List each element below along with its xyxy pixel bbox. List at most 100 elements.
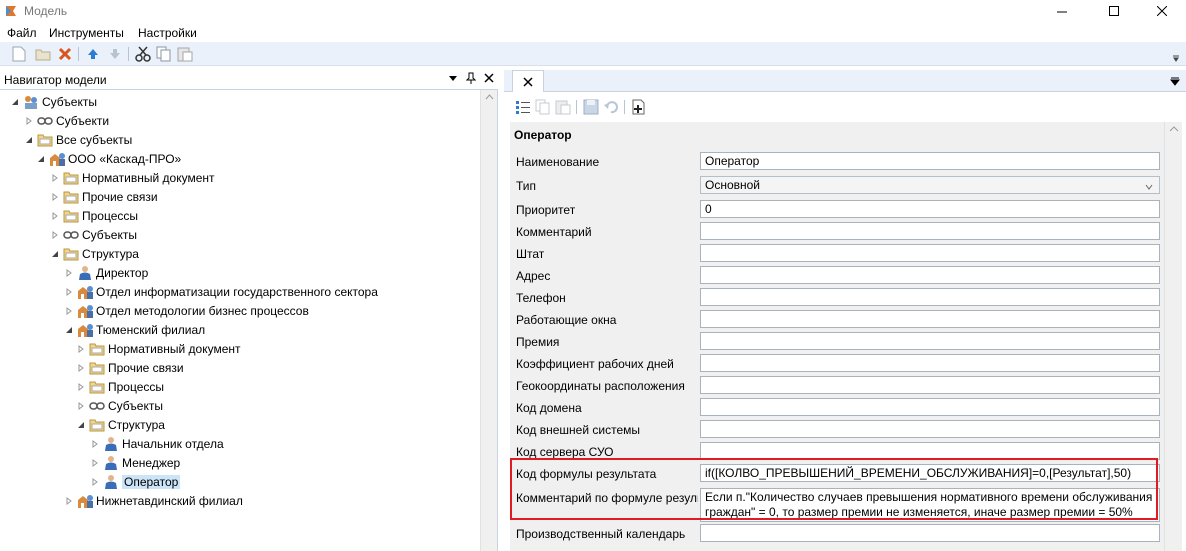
expand-arrow-icon[interactable] [64,268,74,278]
tree-item-label: Отдел методологии бизнес процессов [96,303,309,318]
cut-button[interactable] [134,45,152,63]
new-button[interactable] [10,45,28,63]
tree-item[interactable]: Отдел методологии бизнес процессов [64,301,309,320]
property-field[interactable] [700,266,1160,284]
close-panel-icon[interactable] [484,73,494,83]
property-field[interactable] [700,288,1160,306]
property-combobox[interactable]: Основной [700,176,1160,194]
paste-icon [555,100,571,115]
expand-arrow-icon[interactable] [64,306,74,316]
tree-item[interactable]: Нормативный документ [76,339,241,358]
list-view-icon [516,101,530,114]
add-property-button[interactable] [630,98,648,116]
open-button[interactable] [34,45,52,63]
tree-item[interactable]: Директор [64,263,148,282]
tree-item[interactable]: Начальник отдела [90,434,224,453]
expand-arrow-icon[interactable] [50,192,60,202]
expand-arrow-icon[interactable] [76,401,86,411]
add-document-icon [632,99,645,115]
expand-arrow-icon[interactable] [50,230,60,240]
close-button[interactable] [1140,0,1184,22]
maximize-button[interactable] [1092,0,1136,22]
scroll-up-icon[interactable] [1165,122,1183,136]
expand-arrow-icon[interactable] [24,116,34,126]
list-view-button[interactable] [514,98,532,116]
move-up-button[interactable] [84,45,102,63]
tree-item[interactable]: Оператор [90,472,181,491]
property-label: Комментарий [516,225,592,239]
expand-arrow-icon[interactable] [64,496,74,506]
property-field[interactable]: Оператор [700,152,1160,170]
property-field[interactable] [700,398,1160,416]
delete-button[interactable] [56,45,74,63]
property-field[interactable] [700,244,1160,262]
expand-arrow-icon[interactable] [50,211,60,221]
tree-item[interactable]: Субъекти [24,111,109,130]
paste-button[interactable] [176,45,194,63]
toolbar-overflow-icon[interactable] [1172,54,1180,62]
tree-item[interactable]: Тюменский филиал [64,320,205,339]
properties-panel: Оператор Наименование Оператор Тип Основной… [504,70,1186,551]
close-tab-icon[interactable] [523,76,533,87]
tree-item[interactable]: Нижнетавдинский филиал [64,491,243,510]
paste-props-button[interactable] [554,98,572,116]
minimize-button[interactable] [1040,0,1084,22]
collapse-arrow-icon[interactable] [10,97,20,107]
property-field[interactable] [700,524,1160,542]
collapse-arrow-icon[interactable] [76,420,86,430]
property-field[interactable] [700,310,1160,328]
tree-item[interactable]: Прочие связи [76,358,184,377]
property-field[interactable] [700,332,1160,350]
tree-item[interactable]: Субъекты [10,92,97,111]
collapse-arrow-icon[interactable] [36,154,46,164]
property-field[interactable]: 0 [700,200,1160,218]
tree-item[interactable]: Нормативный документ [50,168,215,187]
folder-icon [36,132,54,148]
scroll-up-icon[interactable] [481,90,498,104]
expand-arrow-icon[interactable] [50,173,60,183]
tree-item[interactable]: Процессы [50,206,138,225]
tree-item[interactable]: Менеджер [90,453,180,472]
tree-item[interactable]: Субъекты [76,396,163,415]
tree-item[interactable]: Прочие связи [50,187,158,206]
tree-item[interactable]: Субъекты [50,225,137,244]
expand-arrow-icon[interactable] [76,344,86,354]
tree-item[interactable]: Все субъекты [24,130,132,149]
tree-item-label: Субъекти [56,113,110,128]
properties-scrollbar[interactable] [1164,122,1182,551]
copy-button[interactable] [155,45,173,63]
collapse-arrow-icon[interactable] [64,325,74,335]
chevron-down-icon[interactable] [1145,180,1153,193]
tree-item[interactable]: Структура [76,415,165,434]
undo-button[interactable] [602,98,620,116]
property-field[interactable] [700,222,1160,240]
tree-item[interactable]: ООО «Каскад-ПРО» [36,149,181,168]
tab-list-icon[interactable] [1170,76,1180,86]
property-field[interactable] [700,420,1160,438]
tree-item-label: Нормативный документ [108,341,241,356]
property-field[interactable] [700,354,1160,372]
pin-icon[interactable] [466,72,476,84]
menu-settings[interactable]: Настройки [138,26,197,40]
expand-arrow-icon[interactable] [90,458,100,468]
tab-operator[interactable] [512,70,544,92]
expand-arrow-icon[interactable] [90,477,100,487]
menu-tools[interactable]: Инструменты [49,26,124,40]
navigator-scrollbar[interactable] [480,90,497,551]
expand-arrow-icon[interactable] [90,439,100,449]
collapse-arrow-icon[interactable] [50,249,60,259]
copy-props-button[interactable] [534,98,552,116]
collapse-arrow-icon[interactable] [24,135,34,145]
expand-arrow-icon[interactable] [76,363,86,373]
property-field[interactable] [700,376,1160,394]
tree-item[interactable]: Структура [50,244,139,263]
menu-file[interactable]: Файл [7,26,37,40]
dropdown-arrow-icon[interactable] [448,73,458,83]
property-value: Основной [705,178,761,192]
tree-item[interactable]: Отдел информатизации государственного се… [64,282,378,301]
save-button[interactable] [582,98,600,116]
expand-arrow-icon[interactable] [64,287,74,297]
tree-item[interactable]: Процессы [76,377,164,396]
move-down-button[interactable] [106,45,124,63]
expand-arrow-icon[interactable] [76,382,86,392]
